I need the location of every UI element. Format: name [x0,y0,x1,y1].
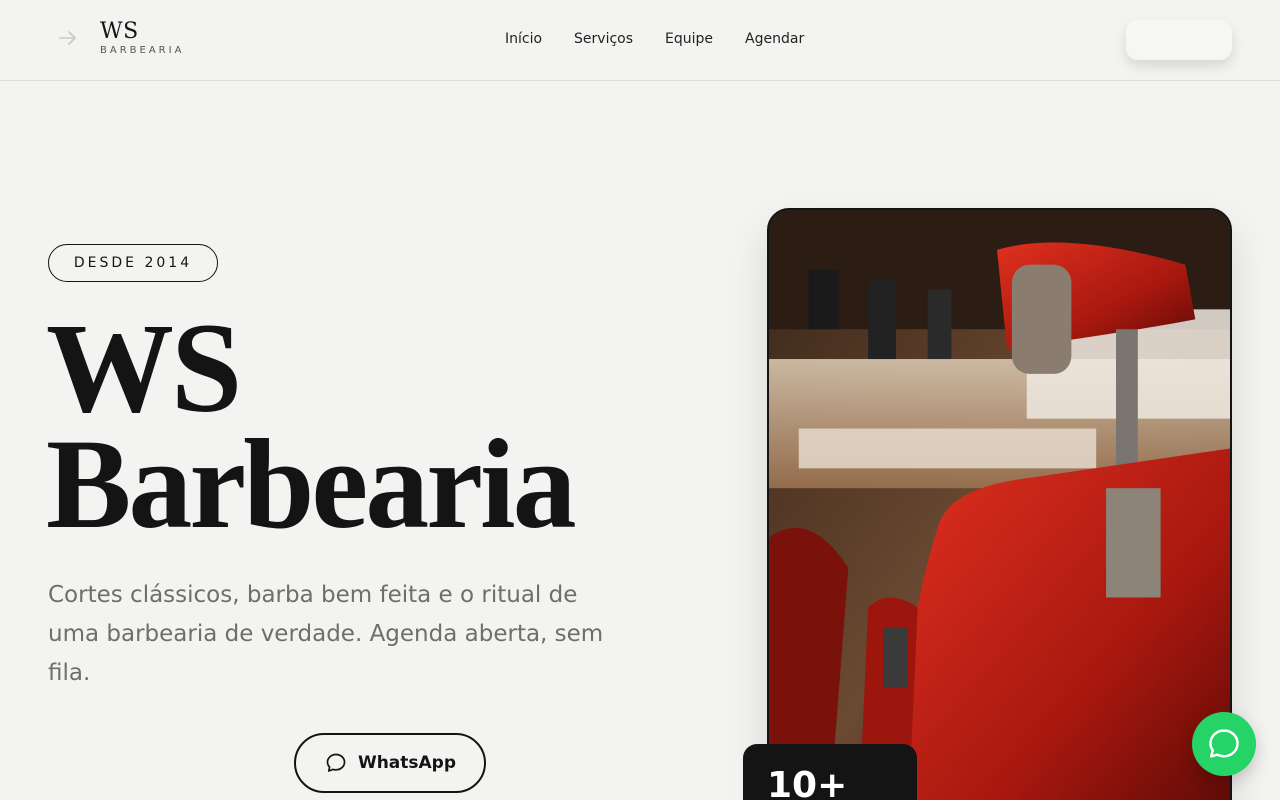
arrow-right-icon[interactable] [58,28,78,48]
header-cta-button[interactable] [1126,20,1232,60]
main-nav: Início Serviços Equipe Agendar [505,30,804,48]
brand-tagline: BARBEARIA [100,45,185,56]
whatsapp-float-button[interactable] [1192,712,1256,776]
hero-photo [767,208,1232,800]
hero-title-line-1: WS [46,297,242,439]
whatsapp-button[interactable]: WhatsApp [294,733,486,793]
site-header: WS BARBEARIA Início Serviços Equipe Agen… [0,0,1280,81]
stat-card: 10+ [743,744,917,800]
whatsapp-button-label: WhatsApp [357,753,457,773]
nav-item-equipe[interactable]: Equipe [665,30,713,48]
hero-description: Cortes clássicos, barba bem feita e o ri… [48,582,604,686]
hero-title-line-2: Barbearia [46,413,577,555]
stat-value: 10+ [767,765,848,800]
nav-item-inicio[interactable]: Início [505,30,542,48]
nav-item-servicos[interactable]: Serviços [574,30,633,48]
since-badge: DESDE 2014 [48,244,218,282]
hero-title: WS Barbearia [46,297,577,555]
whatsapp-icon [1209,729,1239,758]
barber-chair-image [769,210,1230,800]
nav-item-agendar[interactable]: Agendar [745,30,804,48]
brand-name: WS [100,19,139,44]
chat-bubble-icon [326,753,346,772]
brand-logo[interactable]: WS BARBEARIA [100,19,184,56]
